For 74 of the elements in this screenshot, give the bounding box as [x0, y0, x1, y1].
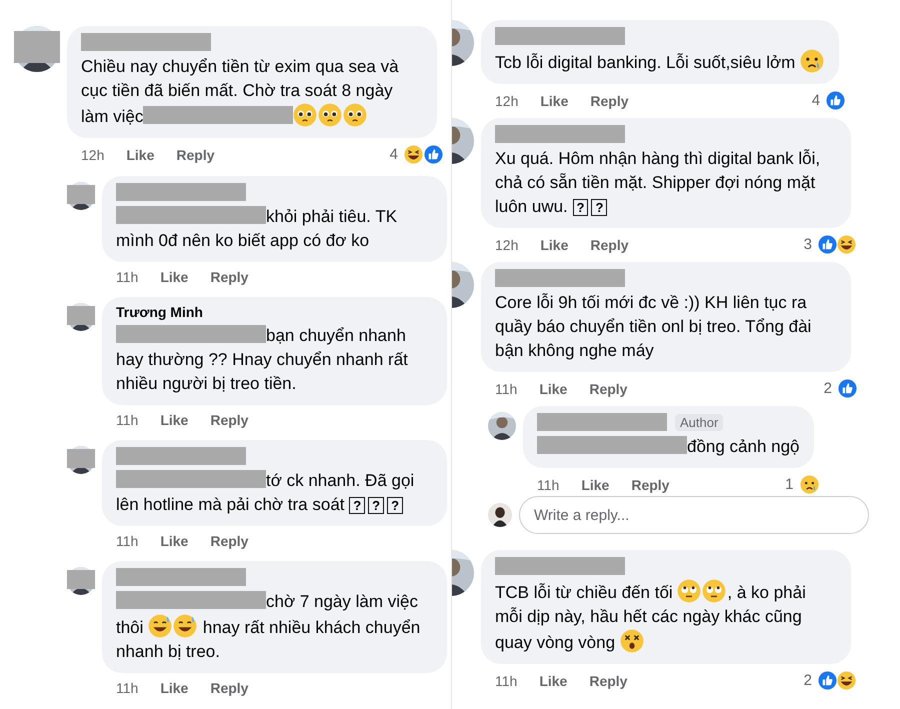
laughing-reaction-icon	[837, 671, 856, 690]
laughing-reaction-icon	[837, 235, 856, 254]
like-link[interactable]: Like	[540, 236, 568, 252]
avatar[interactable]	[67, 182, 95, 210]
reply-link[interactable]: Reply	[631, 476, 670, 492]
avatar	[488, 503, 512, 527]
like-link[interactable]: Like	[539, 380, 568, 396]
reply-input-field[interactable]: Write a reply...	[519, 496, 869, 534]
comment-text: Chiều nay chuyển tiền từ exim qua sea và cục tiền đã biến mất. Chờ tra soát 8 ngày làm việc	[81, 56, 400, 129]
comment-time: 11h	[116, 269, 138, 285]
reaction-count: 3	[804, 236, 812, 253]
reply-link[interactable]: Reply	[589, 672, 628, 688]
comment-text: Tcb lỗi digital banking. Lỗi suốt,siêu lởm	[495, 49, 826, 75]
like-link[interactable]: Like	[581, 476, 610, 492]
avatar[interactable]	[488, 412, 516, 440]
comment-time: 12h	[495, 92, 518, 108]
reply-link[interactable]: Reply	[590, 236, 628, 252]
like-reaction-icon	[826, 91, 846, 110]
like-link[interactable]: Like	[160, 533, 188, 549]
reaction-count: 2	[824, 380, 832, 397]
sweat-smile-icon	[173, 614, 198, 638]
like-link[interactable]: Like	[539, 672, 568, 688]
crying-reaction-icon	[800, 475, 818, 494]
sweat-smile-icon	[148, 614, 172, 638]
comment-text: bạn chuyển nhanh hay thường ?? Hnay chuyển nhanh rất nhiều người bị treo tiền.	[116, 324, 409, 395]
reply-link[interactable]: Reply	[590, 92, 628, 108]
comment-text: chờ 7 ngày làm việc thôi hnay rất nhiều khách chuyển nhanh bị treo.	[116, 590, 422, 663]
pleading-face-icon	[318, 103, 342, 127]
like-link[interactable]: Like	[540, 92, 568, 108]
comment-time: 12h	[81, 146, 104, 162]
like-link[interactable]: Like	[160, 269, 188, 285]
like-link[interactable]: Like	[160, 680, 188, 696]
comment-text: tớ ck nhanh. Đã gọi lên hotline mà pải chờ tra soát ? ? ?	[116, 469, 416, 516]
like-link[interactable]: Like	[160, 412, 188, 428]
like-reaction-icon	[818, 235, 837, 254]
reaction-count: 1	[785, 476, 794, 493]
reaction-count: 4	[390, 146, 398, 163]
reply-link[interactable]: Reply	[210, 269, 248, 285]
reaction-count: 2	[804, 672, 812, 689]
comment-text: đồng cảnh ngộ	[537, 435, 800, 459]
avatar[interactable]	[14, 26, 60, 72]
reply-link[interactable]: Reply	[210, 680, 248, 696]
like-reaction-icon	[838, 379, 857, 398]
avatar[interactable]	[67, 303, 95, 331]
reply-link[interactable]: Reply	[210, 412, 248, 428]
crying-face-icon	[800, 49, 824, 73]
reply-link[interactable]: Reply	[176, 146, 214, 162]
avatar[interactable]	[67, 446, 95, 474]
avatar[interactable]	[67, 567, 95, 595]
eye-roll-icon	[702, 579, 726, 603]
laughing-reaction-icon	[404, 145, 423, 164]
commenter-name[interactable]: Trương Minh	[116, 304, 203, 320]
comment-text: TCB lỗi từ chiều đến tối , à ko phải mỗi dịp này, hầu hết các ngày khác cũng quay vòng vòng	[495, 579, 837, 655]
comment-time: 11h	[116, 680, 138, 696]
reaction-count: 4	[812, 92, 820, 109]
comment-time: 11h	[495, 672, 518, 688]
eye-roll-icon	[677, 579, 702, 603]
pleading-face-icon	[293, 103, 318, 127]
comment-text: khỏi phải tiêu. TK mình 0đ nên ko biết app có đơ ko	[116, 205, 398, 252]
comment-time: 11h	[495, 380, 518, 396]
comment-text: Xu quá. Hôm nhận hàng thì digital bank lỗi, chả có sẵn tiền mặt. Shipper đợi nóng mặt luôn uwu. ? ?	[495, 148, 822, 218]
reply-link[interactable]: Reply	[210, 533, 248, 549]
like-reaction-icon	[818, 671, 837, 690]
like-link[interactable]: Like	[126, 146, 154, 162]
like-reaction-icon	[424, 145, 443, 164]
dizzy-face-icon	[620, 629, 644, 653]
author-badge: Author	[675, 414, 724, 430]
comment-time: 12h	[495, 236, 518, 252]
pleading-face-icon	[343, 103, 368, 127]
comment-time: 11h	[116, 533, 138, 549]
comment-time: 11h	[537, 476, 560, 492]
reply-link[interactable]: Reply	[589, 380, 628, 396]
comment-text: Core lỗi 9h tối mới đc về :)) KH liên tục ra quầy báo chuyển tiền onl bị treo. Tổng đài bận không nghe máy	[495, 292, 812, 362]
comment-time: 11h	[116, 412, 138, 428]
